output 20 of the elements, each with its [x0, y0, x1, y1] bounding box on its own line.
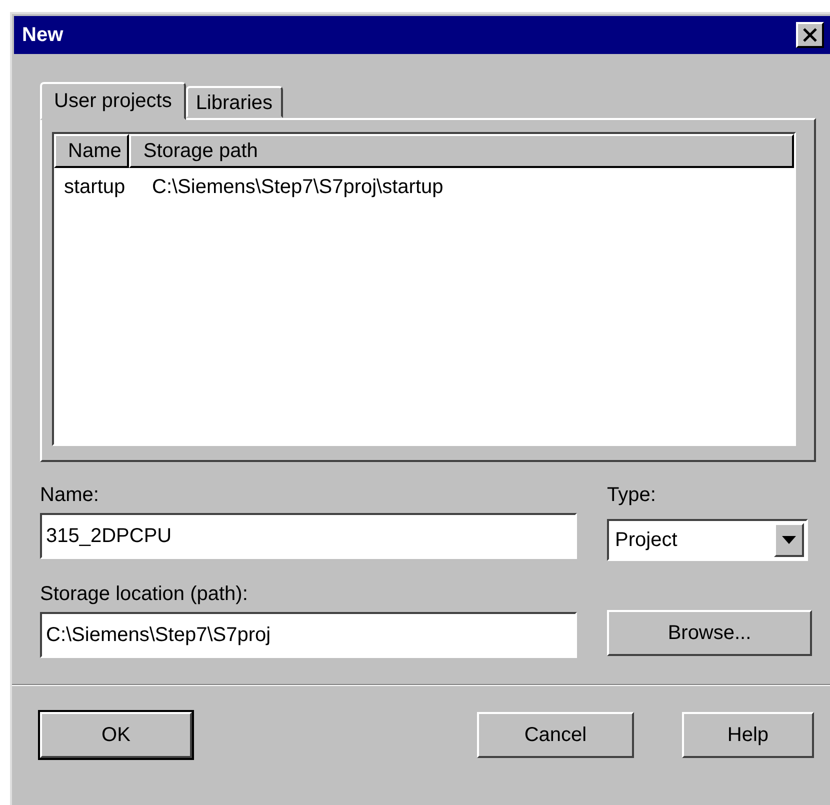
location-label: Storage location (path):	[40, 583, 248, 605]
column-header[interactable]: Storage path	[129, 134, 794, 168]
tab[interactable]: User projects	[40, 82, 186, 120]
dialog-button[interactable]: OK	[40, 712, 192, 758]
dropdown-arrow-icon	[782, 536, 796, 544]
table-cell: C:\Siemens\Step7\S7proj\startup	[152, 176, 444, 199]
window-title: New	[22, 24, 64, 46]
type-label: Type:	[607, 484, 656, 506]
dialog-button[interactable]: Help	[682, 712, 814, 758]
location-field[interactable]: C:\Siemens\Step7\S7proj	[40, 612, 577, 658]
name-field[interactable]: 315_2DPCPU	[40, 513, 577, 559]
column-header[interactable]: Name	[54, 134, 130, 168]
type-dropdown[interactable]: Project	[607, 519, 808, 561]
name-label: Name:	[40, 484, 99, 506]
close-button[interactable]	[796, 22, 824, 48]
tab[interactable]: Libraries	[186, 86, 283, 118]
dialog-button[interactable]: Cancel	[477, 712, 634, 758]
table-cell-text: startup	[63, 176, 126, 199]
close-icon	[802, 28, 818, 42]
browse-button[interactable]: Browse...	[607, 610, 812, 656]
